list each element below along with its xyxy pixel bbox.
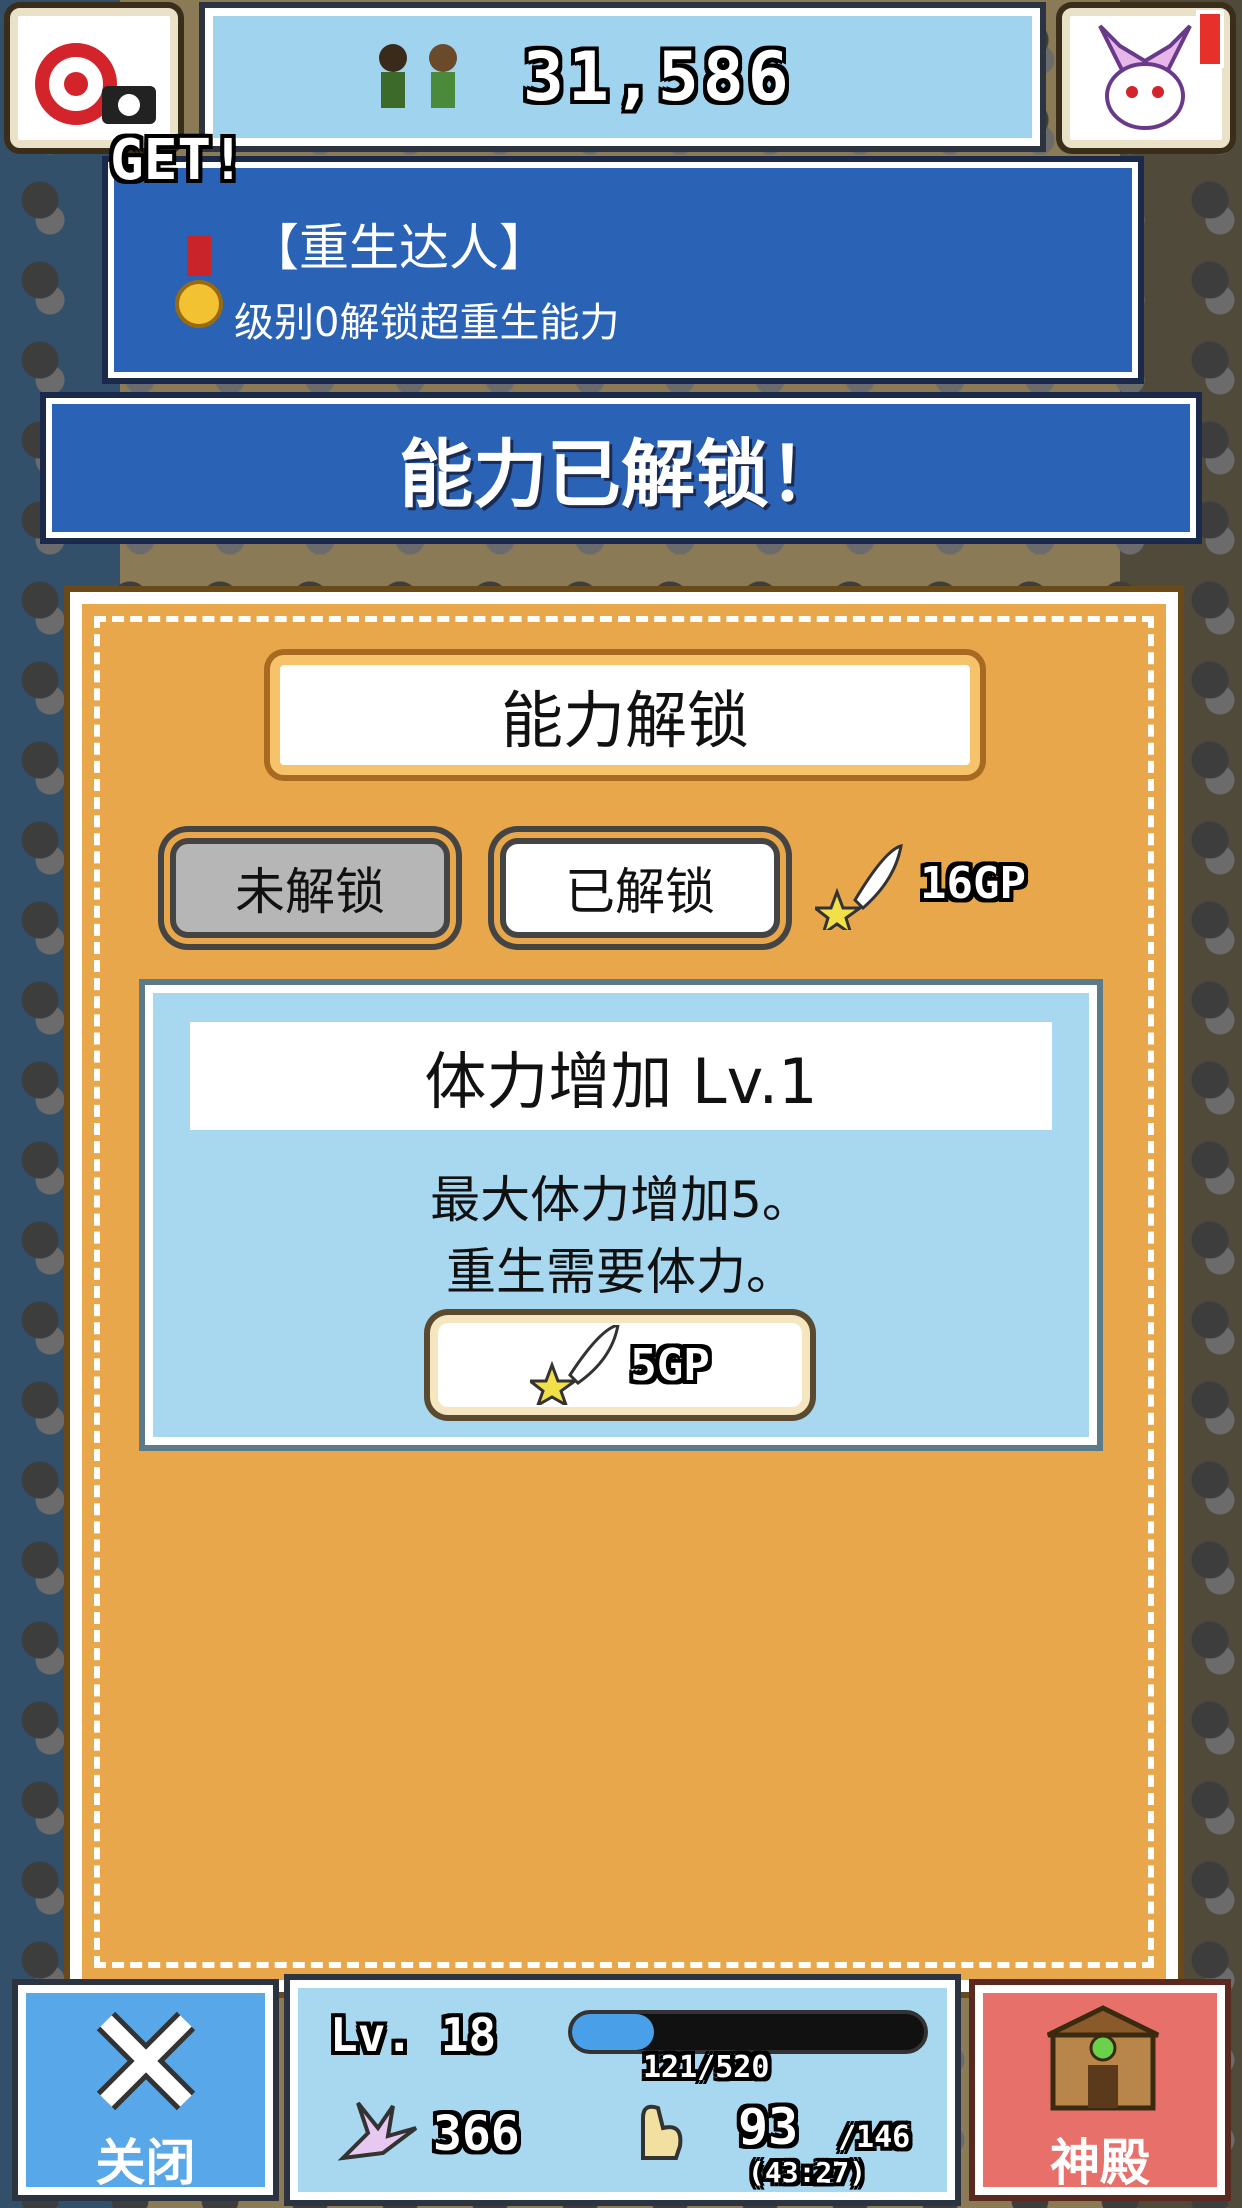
menu-button[interactable] [1062, 8, 1230, 148]
get-label: GET! [110, 128, 245, 193]
tab-locked[interactable]: 未解锁 [170, 838, 450, 938]
score-bar: 31,586 [205, 8, 1040, 146]
exp-bar [568, 2010, 928, 2054]
achievement-banner: 【重生达人】 级别0解锁超重生能力 [108, 162, 1138, 378]
medal-icon [175, 236, 223, 328]
attack-value: 366 [433, 2106, 520, 2162]
unlock-notice-text: 能力已解锁！ [399, 431, 843, 518]
stamina-max: /146 [838, 2120, 911, 2155]
level-label: Lv. 18 [330, 2008, 497, 2062]
stamina-timer: (43:27) [748, 2156, 867, 2189]
gp-total: 16GP [920, 858, 1026, 909]
ability-name: 体力增加 Lv.1 [190, 1022, 1052, 1130]
ability-desc-line2: 重生需要体力。 [446, 1243, 796, 1301]
angel-wing-star-icon [815, 843, 903, 930]
angel-wing-star-icon [530, 1325, 620, 1405]
muscle-icon [641, 2104, 683, 2160]
ability-cost: 5GP [630, 1339, 710, 1391]
temple-button[interactable]: 神殿 [975, 1985, 1225, 2195]
unlock-notice: 能力已解锁！ [46, 398, 1196, 538]
tab-unlocked[interactable]: 已解锁 [500, 838, 780, 938]
panel-title: 能力解锁 [270, 655, 980, 775]
camera-icon [35, 43, 156, 125]
stamina-current: 93 [738, 2098, 799, 2156]
temple-label: 神殿 [1050, 2134, 1150, 2192]
close-label: 关闭 [95, 2134, 196, 2192]
score-value: 31,586 [523, 38, 793, 117]
close-button[interactable]: 关闭 [18, 1985, 273, 2195]
close-icon [96, 2011, 196, 2111]
purchase-ability-button[interactable]: 5GP [430, 1315, 810, 1415]
exp-value: 121/520 [643, 2050, 770, 2085]
claw-icon [338, 2101, 418, 2161]
achievement-description: 级别0解锁超重生能力 [234, 300, 620, 346]
ability-desc-line1: 最大体力增加5。 [430, 1171, 812, 1229]
party-icon [379, 44, 457, 108]
status-panel: Lv. 18 121/520 366 93 /146 (43:27) [290, 1980, 955, 2200]
achievement-title: 【重生达人】 [249, 219, 549, 277]
alert-badge [1196, 10, 1224, 68]
exp-bar-fill [572, 2014, 655, 2050]
camera-button[interactable] [10, 8, 178, 148]
temple-icon [1046, 2005, 1160, 2111]
